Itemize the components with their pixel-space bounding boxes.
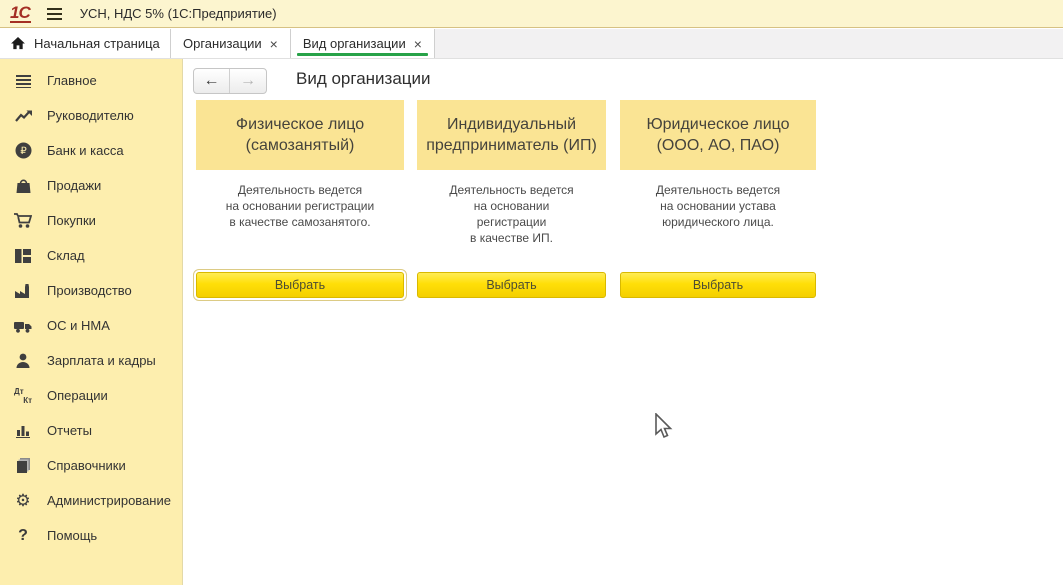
sidebar-item-rukovoditelyu[interactable]: Руководителю bbox=[0, 98, 182, 133]
sidebar-item-otchety[interactable]: Отчеты bbox=[0, 413, 182, 448]
main-content: ← → Вид организации Физическое лицо (сам… bbox=[184, 59, 1063, 585]
sidebar-item-bank-kassa[interactable]: ₽ Банк и касса bbox=[0, 133, 182, 168]
sidebar-item-label: Зарплата и кадры bbox=[47, 353, 156, 368]
sidebar: Главное Руководителю ₽ Банк и касса Прод… bbox=[0, 59, 183, 585]
sidebar-item-label: ОС и НМА bbox=[47, 318, 110, 333]
sidebar-item-label: Банк и касса bbox=[47, 143, 124, 158]
tab-organization-kind[interactable]: Вид организации × bbox=[291, 29, 435, 58]
tab-organizations[interactable]: Организации × bbox=[171, 29, 291, 58]
gear-icon: ⚙ bbox=[13, 492, 33, 510]
history-nav: ← → bbox=[193, 68, 267, 94]
sidebar-item-label: Справочники bbox=[47, 458, 126, 473]
app-title: УСН, НДС 5% (1С:Предприятие) bbox=[80, 6, 277, 21]
home-icon bbox=[11, 37, 25, 50]
sidebar-item-label: Главное bbox=[47, 73, 97, 88]
card-header: Индивидуальный предприниматель (ИП) bbox=[417, 100, 606, 170]
card-individual-selfemployed: Физическое лицо (самозанятый) Деятельнос… bbox=[196, 100, 404, 298]
sidebar-item-label: Продажи bbox=[47, 178, 101, 193]
sidebar-item-os-nma[interactable]: ОС и НМА bbox=[0, 308, 182, 343]
forward-button[interactable]: → bbox=[230, 69, 266, 93]
book-icon bbox=[13, 457, 33, 475]
sidebar-item-sklad[interactable]: Склад bbox=[0, 238, 182, 273]
ruble-coin-icon: ₽ bbox=[13, 142, 33, 160]
sidebar-item-prodazhi[interactable]: Продажи bbox=[0, 168, 182, 203]
sidebar-item-pomosch[interactable]: ? Помощь bbox=[0, 518, 182, 553]
warehouse-icon bbox=[13, 247, 33, 265]
sidebar-item-label: Помощь bbox=[47, 528, 97, 543]
sidebar-item-operacii[interactable]: ДтКт Операции bbox=[0, 378, 182, 413]
sidebar-item-zarplata-kadry[interactable]: Зарплата и кадры bbox=[0, 343, 182, 378]
truck-icon bbox=[13, 317, 33, 335]
home-tab-label: Начальная страница bbox=[34, 36, 160, 51]
menu-lines-icon bbox=[13, 72, 33, 90]
sidebar-item-proizvodstvo[interactable]: Производство bbox=[0, 273, 182, 308]
sidebar-item-pokupki[interactable]: Покупки bbox=[0, 203, 182, 238]
title-bar: 1С УСН, НДС 5% (1С:Предприятие) bbox=[0, 0, 1063, 28]
card-header: Юридическое лицо (ООО, АО, ПАО) bbox=[620, 100, 816, 170]
card-description: Деятельность ведется на основании регист… bbox=[417, 182, 606, 246]
home-tab[interactable]: Начальная страница bbox=[0, 29, 171, 58]
sidebar-item-glavnoe[interactable]: Главное bbox=[0, 63, 182, 98]
factory-icon bbox=[13, 282, 33, 300]
sidebar-item-label: Покупки bbox=[47, 213, 96, 228]
sidebar-item-label: Операции bbox=[47, 388, 108, 403]
sidebar-item-label: Склад bbox=[47, 248, 85, 263]
select-button-legal[interactable]: Выбрать bbox=[620, 272, 816, 298]
select-button-ip[interactable]: Выбрать bbox=[417, 272, 606, 298]
tab-label: Вид организации bbox=[303, 36, 406, 51]
sidebar-item-label: Производство bbox=[47, 283, 132, 298]
sidebar-item-spravochniki[interactable]: Справочники bbox=[0, 448, 182, 483]
sidebar-item-label: Руководителю bbox=[47, 108, 134, 123]
debit-credit-icon: ДтКт bbox=[13, 387, 33, 405]
shopping-bag-icon bbox=[13, 177, 33, 195]
svg-text:₽: ₽ bbox=[20, 146, 27, 157]
close-icon[interactable]: × bbox=[414, 37, 422, 51]
tab-label: Организации bbox=[183, 36, 262, 51]
card-entrepreneur-ip: Индивидуальный предприниматель (ИП) Деят… bbox=[417, 100, 606, 298]
close-icon[interactable]: × bbox=[270, 37, 278, 51]
trend-up-icon bbox=[13, 107, 33, 125]
sidebar-item-label: Администрирование bbox=[47, 493, 171, 508]
card-legal-entity: Юридическое лицо (ООО, АО, ПАО) Деятельн… bbox=[620, 100, 816, 298]
back-button[interactable]: ← bbox=[194, 69, 230, 93]
shopping-cart-icon bbox=[13, 212, 33, 230]
organization-kind-cards: Физическое лицо (самозанятый) Деятельнос… bbox=[196, 100, 816, 298]
person-icon bbox=[13, 352, 33, 370]
sidebar-item-label: Отчеты bbox=[47, 423, 92, 438]
main-menu-icon[interactable] bbox=[47, 8, 62, 20]
page-title: Вид организации bbox=[296, 69, 431, 89]
select-button-selfemployed[interactable]: Выбрать bbox=[196, 272, 404, 298]
card-header: Физическое лицо (самозанятый) bbox=[196, 100, 404, 170]
tab-strip: Начальная страница Организации × Вид орг… bbox=[0, 29, 1063, 59]
sidebar-item-administrirovanie[interactable]: ⚙ Администрирование bbox=[0, 483, 182, 518]
bar-chart-icon bbox=[13, 422, 33, 440]
card-description: Деятельность ведется на основании регист… bbox=[196, 182, 404, 230]
1c-logo-icon: 1С bbox=[10, 4, 31, 23]
question-icon: ? bbox=[13, 527, 33, 545]
card-description: Деятельность ведется на основании устава… bbox=[620, 182, 816, 230]
